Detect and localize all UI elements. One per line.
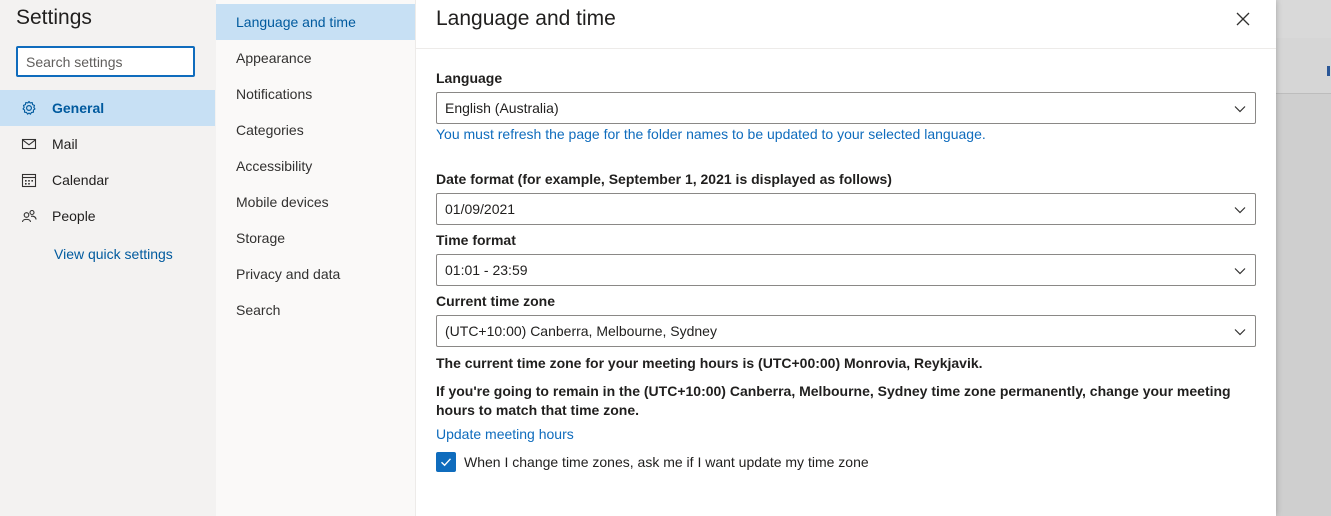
content-header: Language and time <box>416 0 1276 49</box>
nav-item-label: People <box>52 208 96 224</box>
time-format-label: Time format <box>436 232 516 248</box>
chevron-down-icon <box>1234 207 1246 214</box>
settings-title: Settings <box>16 6 92 29</box>
time-zone-value: (UTC+10:00) Canberra, Melbourne, Sydney <box>445 323 717 339</box>
background-app <box>1276 0 1331 516</box>
settings-content-pane: Language and time Language English (Aust… <box>416 0 1276 516</box>
chevron-down-icon <box>1234 268 1246 275</box>
update-meeting-hours-link[interactable]: Update meeting hours <box>436 426 574 442</box>
date-format-value: 01/09/2021 <box>445 201 516 217</box>
language-refresh-note: You must refresh the page for the folder… <box>436 126 986 142</box>
chevron-down-icon <box>1234 329 1246 336</box>
meeting-hours-notice: The current time zone for your meeting h… <box>436 355 983 371</box>
subnav-item-storage[interactable]: Storage <box>216 220 415 256</box>
checkmark-icon <box>441 458 452 467</box>
subnav-item-appearance[interactable]: Appearance <box>216 40 415 76</box>
background-accent-mark <box>1327 66 1330 76</box>
subnav-item-categories[interactable]: Categories <box>216 112 415 148</box>
time-format-value: 01:01 - 23:59 <box>445 262 528 278</box>
nav-item-general[interactable]: General <box>0 90 215 126</box>
mail-icon <box>0 136 52 152</box>
nav-item-mail[interactable]: Mail <box>0 126 215 162</box>
search-input[interactable] <box>18 48 193 75</box>
time-zone-dropdown[interactable]: (UTC+10:00) Canberra, Melbourne, Sydney <box>436 315 1256 347</box>
chevron-down-icon <box>1234 106 1246 113</box>
subnav-item-language-and-time[interactable]: Language and time <box>216 4 415 40</box>
language-label: Language <box>436 70 503 86</box>
background-toolbar <box>1276 38 1331 94</box>
date-format-dropdown[interactable]: 01/09/2021 <box>436 193 1256 225</box>
close-button[interactable] <box>1232 8 1254 30</box>
settings-dialog: Settings General Mail Calendar <box>0 0 1276 516</box>
meeting-hours-advice: If you're going to remain in the (UTC+10… <box>436 383 1231 418</box>
ask-time-zone-checkbox[interactable] <box>436 452 456 472</box>
language-value: English (Australia) <box>445 100 559 116</box>
settings-subnav: Language and time Appearance Notificatio… <box>216 0 416 516</box>
background-strip <box>1276 0 1331 38</box>
subnav-item-mobile-devices[interactable]: Mobile devices <box>216 184 415 220</box>
language-dropdown[interactable]: English (Australia) <box>436 92 1256 124</box>
close-icon <box>1236 12 1250 26</box>
gear-icon <box>0 100 52 116</box>
ask-time-zone-label: When I change time zones, ask me if I wa… <box>464 454 869 470</box>
subnav-item-search[interactable]: Search <box>216 292 415 328</box>
search-settings-box[interactable] <box>16 46 195 77</box>
subnav-item-privacy-and-data[interactable]: Privacy and data <box>216 256 415 292</box>
time-format-dropdown[interactable]: 01:01 - 23:59 <box>436 254 1256 286</box>
nav-item-people[interactable]: People <box>0 198 215 234</box>
nav-item-label: Mail <box>52 136 78 152</box>
nav-item-label: General <box>52 100 105 116</box>
page-title: Language and time <box>436 7 616 30</box>
view-quick-settings-link[interactable]: View quick settings <box>54 246 173 262</box>
nav-item-calendar[interactable]: Calendar <box>0 162 215 198</box>
calendar-icon <box>0 172 52 188</box>
nav-item-label: Calendar <box>52 172 109 188</box>
date-format-label: Date format (for example, September 1, 2… <box>436 171 892 187</box>
subnav-item-notifications[interactable]: Notifications <box>216 76 415 112</box>
settings-category-nav: Settings General Mail Calendar <box>0 0 216 516</box>
subnav-item-accessibility[interactable]: Accessibility <box>216 148 415 184</box>
people-icon <box>0 208 52 224</box>
time-zone-label: Current time zone <box>436 293 556 309</box>
